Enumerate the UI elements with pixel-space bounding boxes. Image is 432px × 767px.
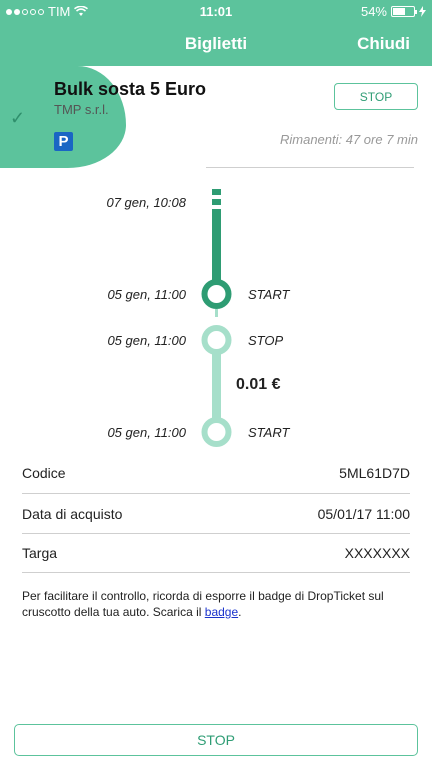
check-icon: ✓ [10, 108, 26, 128]
timeline-top-dash-2 [212, 199, 221, 205]
badge-note: Per facilitare il controllo, ricorda di … [22, 588, 412, 620]
start-node-active [201, 279, 232, 309]
stop-button-bottom[interactable]: STOP [14, 724, 418, 756]
remaining-time: Rimanenti: 47 ore 7 min [279, 132, 418, 147]
timeline-date: 05 gen, 11:00 [107, 287, 186, 302]
ticket-title: Bulk sosta 5 Euro [54, 79, 207, 99]
timeline-event-label: STOP [248, 333, 284, 348]
start-node-past [201, 417, 232, 447]
detail-row-plate: Targa XXXXXXX [22, 533, 410, 573]
badge-link[interactable]: badge [205, 605, 238, 619]
timeline-event-label: START [248, 287, 290, 302]
battery-icon [391, 6, 417, 17]
close-button[interactable]: Chiudi [357, 34, 410, 54]
detail-value: 5ML61D7D [339, 465, 410, 481]
timeline-event-label: START [248, 425, 290, 440]
timeline-amount: 0.01 € [236, 376, 281, 393]
timeline-past-bar [212, 352, 221, 420]
timeline-date: 05 gen, 11:00 [107, 333, 186, 348]
detail-label: Codice [22, 465, 66, 481]
timeline-graphic [201, 189, 232, 447]
detail-value: XXXXXXX [344, 545, 410, 561]
ticket-company: TMP s.r.l. [54, 102, 109, 117]
timeline-connector-dots [215, 309, 218, 317]
timeline-active-bar [212, 213, 221, 285]
top-bar: TIM 11:01 54% Biglietti Chiudi [0, 0, 432, 66]
detail-row-purchase-date: Data di acquisto 05/01/17 11:00 [22, 493, 410, 533]
timeline-top-dash-1 [212, 189, 221, 195]
stop-button-top[interactable]: STOP [334, 83, 418, 110]
stop-node [201, 325, 232, 355]
ticket-details: Codice 5ML61D7D Data di acquisto 05/01/1… [22, 453, 410, 573]
detail-value: 05/01/17 11:00 [317, 505, 410, 522]
detail-label: Targa [22, 545, 58, 561]
detail-row-code: Codice 5ML61D7D [22, 453, 410, 493]
battery-percent: 54% [360, 4, 387, 19]
parking-icon: P [54, 132, 73, 151]
timeline-date: 07 gen, 10:08 [106, 195, 186, 210]
charging-icon [419, 6, 426, 17]
battery-area: 54% [361, 4, 426, 19]
ticket-header: ✓ Bulk sosta 5 Euro TMP s.r.l. P STOP Ri… [0, 66, 432, 168]
note-end: . [238, 605, 242, 619]
timeline: 07 gen, 10:08 05 gen, 11:00 START 05 gen… [0, 168, 432, 453]
timeline-date: 05 gen, 11:00 [107, 425, 186, 440]
detail-label: Data di acquisto [22, 505, 123, 522]
note-text: Per facilitare il controllo, ricorda di … [22, 589, 384, 619]
timeline-top-dash-3 [212, 209, 221, 213]
status-bar: TIM 11:01 54% [0, 0, 432, 22]
